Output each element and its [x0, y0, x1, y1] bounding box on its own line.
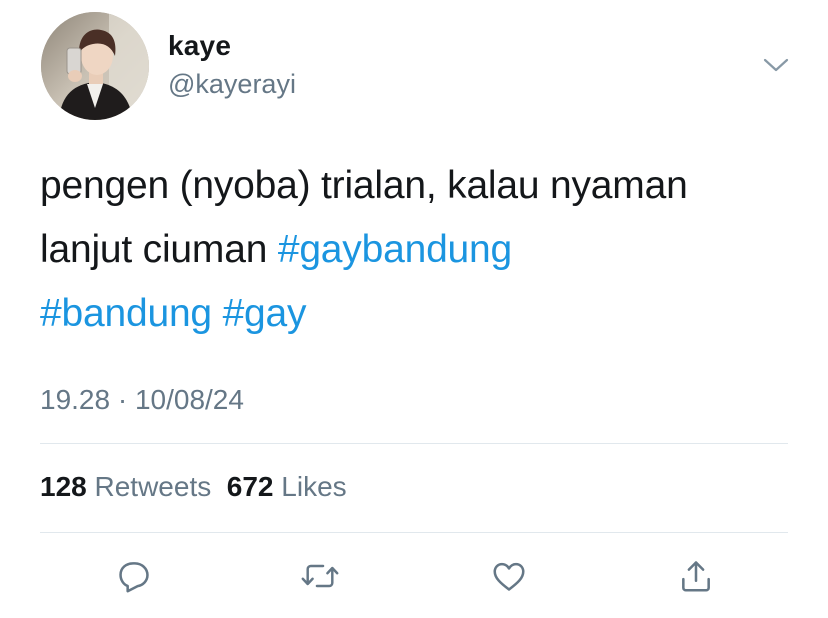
- avatar-photo: [41, 12, 149, 120]
- retweets-stat[interactable]: 128 Retweets: [40, 471, 211, 502]
- likes-count: 672: [226, 471, 274, 502]
- retweets-label: Retweets: [94, 471, 212, 502]
- heart-icon: [493, 562, 525, 591]
- avatar[interactable]: [41, 12, 149, 120]
- like-button[interactable]: [489, 556, 529, 596]
- user-handle[interactable]: @kayerayi: [168, 69, 296, 100]
- display-name[interactable]: kaye: [168, 30, 231, 62]
- hashtag-link[interactable]: #gay: [223, 292, 307, 335]
- tweet-stats: 128 Retweets 672 Likes: [40, 471, 347, 503]
- tweet-text-segment: lanjut ciuman: [40, 228, 278, 271]
- divider: [40, 443, 788, 444]
- tweet-text-line-1: pengen (nyoba) trialan, kalau nyaman: [40, 164, 688, 207]
- tweet-text-line-3: #bandung #gay: [40, 282, 800, 346]
- retweets-count: 128: [40, 471, 87, 502]
- retweet-icon: [301, 564, 339, 588]
- hashtag-link[interactable]: #bandung: [40, 292, 212, 335]
- chevron-down-icon: [763, 58, 789, 72]
- reply-button[interactable]: [114, 556, 154, 596]
- tweet-timestamp[interactable]: 19.28 · 10/08/24: [40, 384, 244, 416]
- reply-icon: [119, 562, 149, 593]
- likes-label: Likes: [281, 471, 347, 502]
- hashtag-link[interactable]: #gaybandung: [278, 228, 512, 271]
- share-icon: [682, 561, 710, 592]
- more-options-button[interactable]: [758, 50, 794, 80]
- likes-stat[interactable]: 672 Likes: [227, 471, 347, 502]
- share-button[interactable]: [676, 556, 716, 596]
- tweet-text: pengen (nyoba) trialan, kalau nyaman lan…: [40, 154, 800, 346]
- divider: [40, 532, 788, 533]
- retweet-button[interactable]: [300, 556, 340, 596]
- tweet-text-line-2: lanjut ciuman #gaybandung: [40, 218, 800, 282]
